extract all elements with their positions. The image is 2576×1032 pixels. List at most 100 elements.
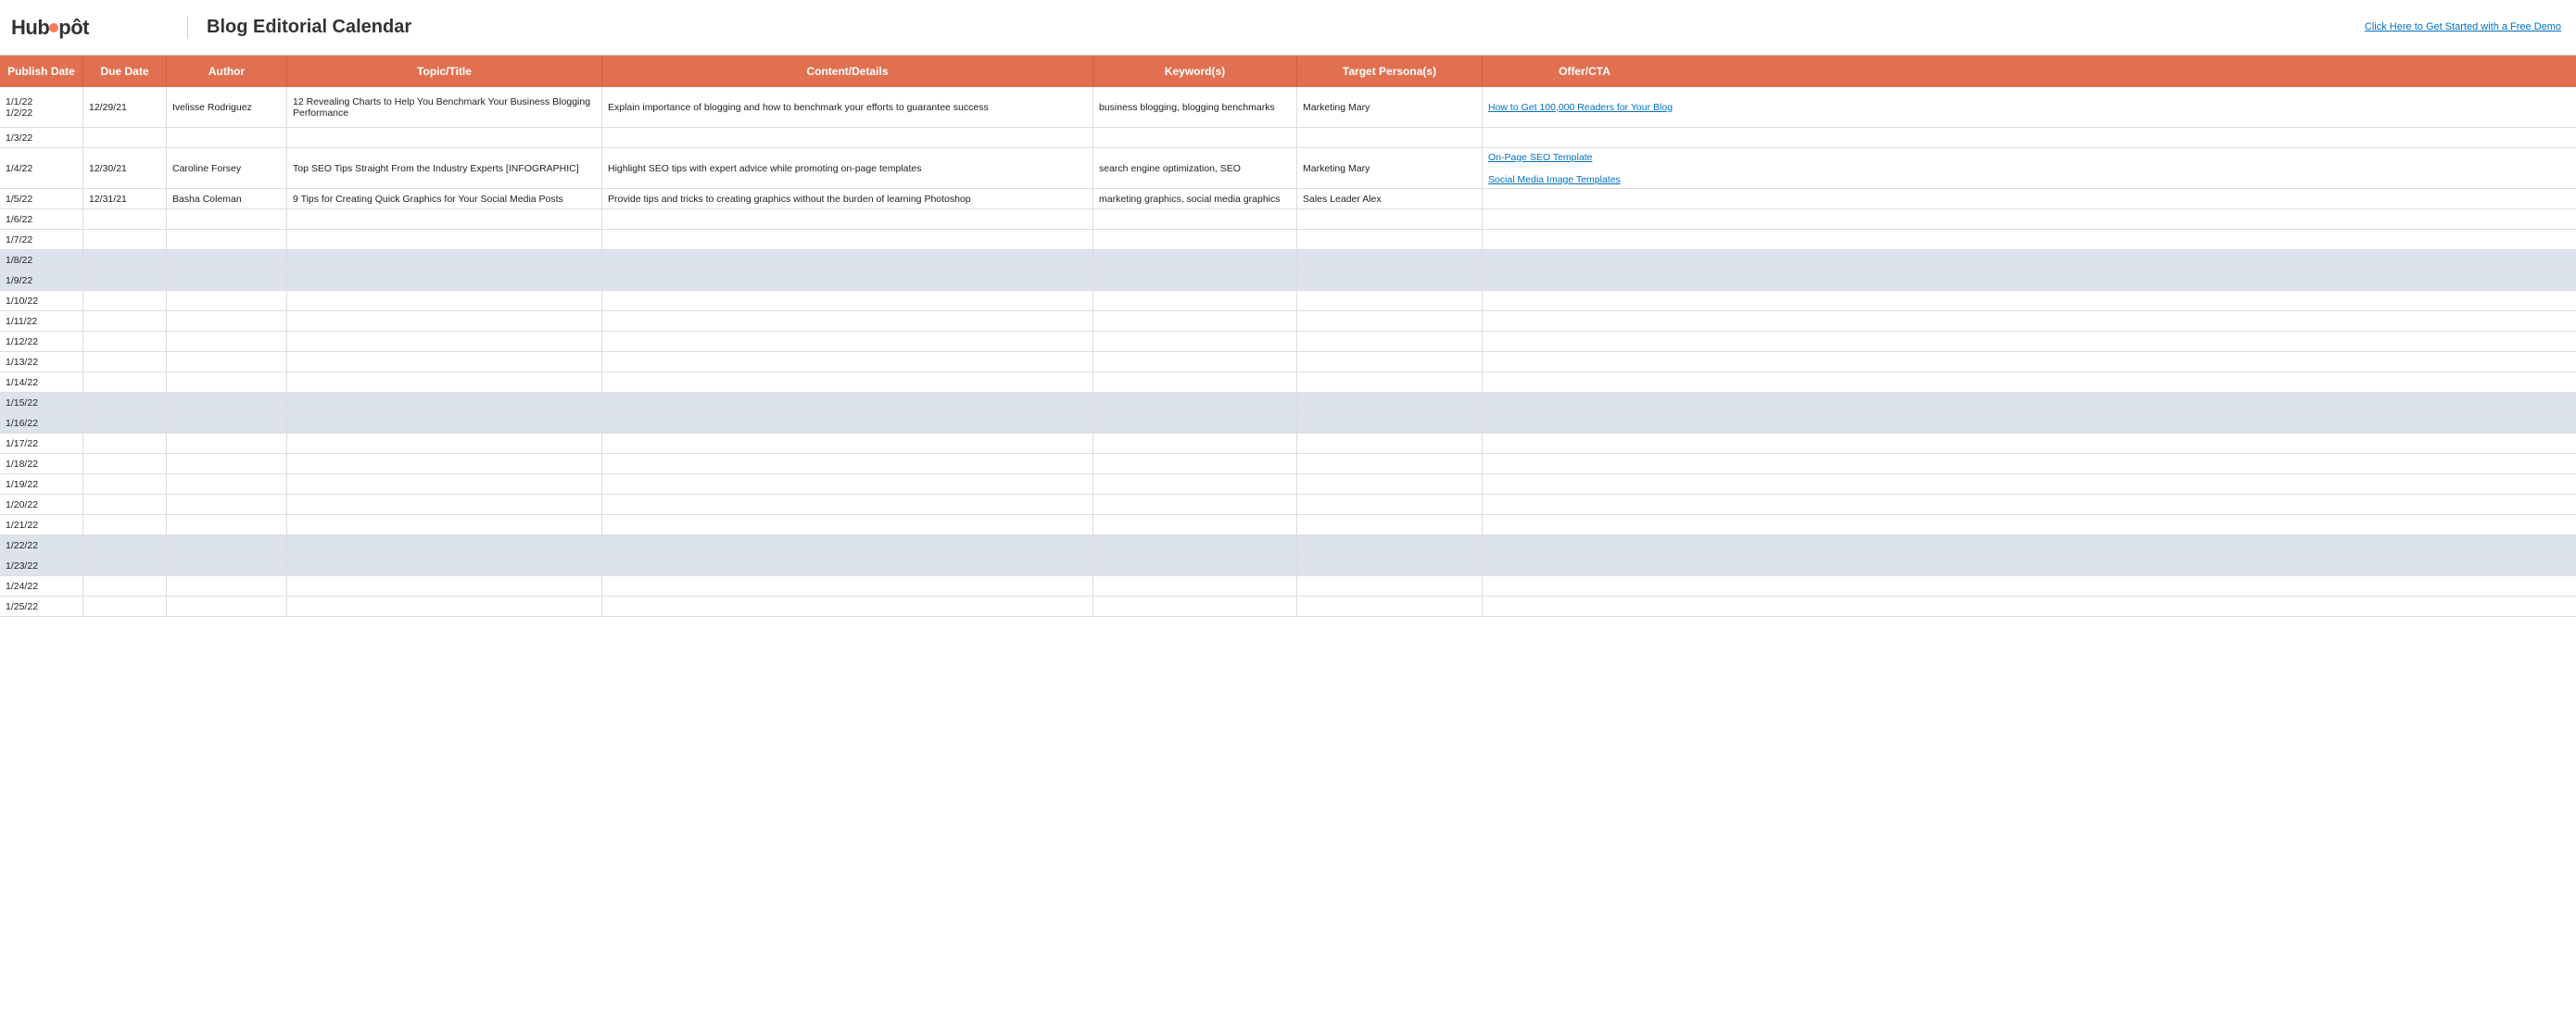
cell-author: Caroline Forsey bbox=[167, 148, 287, 188]
table-row: 1/1/22 1/2/22 12/29/21 Ivelisse Rodrigue… bbox=[0, 87, 2576, 128]
logo-dot-icon bbox=[49, 23, 58, 32]
col-publish-date: Publish Date bbox=[0, 56, 83, 87]
cell-keywords: marketing graphics, social media graphic… bbox=[1093, 189, 1297, 208]
cell-due: 12/31/21 bbox=[83, 189, 167, 208]
table-row: 1/6/22 bbox=[0, 209, 2576, 230]
cell-topic: Top SEO Tips Straight From the Industry … bbox=[287, 148, 602, 188]
cell-date: 1/15/22 bbox=[0, 393, 83, 412]
cell-details: Explain importance of blogging and how t… bbox=[602, 87, 1093, 127]
table-row: 1/17/22 bbox=[0, 434, 2576, 454]
table-row: 1/4/22 12/30/21 Caroline Forsey Top SEO … bbox=[0, 148, 2576, 189]
table-row: 1/12/22 bbox=[0, 332, 2576, 352]
header-promo bbox=[428, 22, 2361, 33]
table-row: 1/20/22 bbox=[0, 495, 2576, 515]
cell-date: 1/8/22 bbox=[0, 250, 83, 270]
offer-link[interactable]: How to Get 100,000 Readers for Your Blog bbox=[1488, 102, 1673, 113]
column-headers: Publish Date Due Date Author Topic/Title… bbox=[0, 56, 2576, 87]
col-due-date: Due Date bbox=[83, 56, 167, 87]
cell-date: 1/9/22 bbox=[0, 271, 83, 290]
cell-persona bbox=[1297, 128, 1483, 147]
table-row: 1/7/22 bbox=[0, 230, 2576, 250]
table-row: 1/24/22 bbox=[0, 576, 2576, 597]
table-row: 1/16/22 bbox=[0, 413, 2576, 434]
cell-author: Basha Coleman bbox=[167, 189, 287, 208]
cell-keywords: business blogging, blogging benchmarks bbox=[1093, 87, 1297, 127]
cell-date: 1/16/22 bbox=[0, 413, 83, 433]
logo-text: Hubpôt bbox=[11, 16, 89, 40]
cell-date: 1/3/22 bbox=[0, 128, 83, 147]
cell-offer bbox=[1483, 209, 1686, 229]
col-keywords: Keyword(s) bbox=[1093, 56, 1297, 87]
cell-details: Highlight SEO tips with expert advice wh… bbox=[602, 148, 1093, 188]
cell-date: 1/24/22 bbox=[0, 576, 83, 596]
cell-details bbox=[602, 128, 1093, 147]
cell-date: 1/12/22 bbox=[0, 332, 83, 351]
cell-persona: Marketing Mary bbox=[1297, 148, 1483, 188]
cell-keywords bbox=[1093, 209, 1297, 229]
cell-topic bbox=[287, 128, 602, 147]
cell-author: Ivelisse Rodriguez bbox=[167, 87, 287, 127]
table-row: 1/25/22 bbox=[0, 597, 2576, 617]
cell-due bbox=[83, 209, 167, 229]
header-cta[interactable]: Click Here to Get Started with a Free De… bbox=[2361, 20, 2565, 34]
cell-author bbox=[167, 209, 287, 229]
cell-date: 1/13/22 bbox=[0, 352, 83, 371]
cell-persona bbox=[1297, 209, 1483, 229]
table-row: 1/11/22 bbox=[0, 311, 2576, 332]
table-row: 1/13/22 bbox=[0, 352, 2576, 372]
table-row: 1/3/22 bbox=[0, 128, 2576, 148]
cell-topic bbox=[287, 209, 602, 229]
cell-date: 1/14/22 bbox=[0, 372, 83, 392]
cell-date: 1/10/22 bbox=[0, 291, 83, 310]
cell-date: 1/25/22 bbox=[0, 597, 83, 616]
cell-date: 1/11/22 bbox=[0, 311, 83, 331]
offer-link[interactable]: On-Page SEO Template bbox=[1488, 152, 1592, 163]
table-row: 1/15/22 bbox=[0, 393, 2576, 413]
table-row: 1/23/22 bbox=[0, 556, 2576, 576]
cta-link[interactable]: Click Here to Get Started with a Free De… bbox=[2365, 21, 2561, 32]
col-topic: Topic/Title bbox=[287, 56, 602, 87]
cell-date: 1/22/22 bbox=[0, 535, 83, 555]
cell-offer[interactable]: How to Get 100,000 Readers for Your Blog bbox=[1483, 87, 1686, 127]
cell-persona: Marketing Mary bbox=[1297, 87, 1483, 127]
table-row: 1/18/22 bbox=[0, 454, 2576, 474]
cell-topic: 9 Tips for Creating Quick Graphics for Y… bbox=[287, 189, 602, 208]
cell-offer bbox=[1483, 128, 1686, 147]
cell-date: 1/4/22 bbox=[0, 148, 83, 188]
col-persona: Target Persona(s) bbox=[1297, 56, 1483, 87]
cell-due: 12/29/21 bbox=[83, 87, 167, 127]
cell-due bbox=[83, 128, 167, 147]
cell-date: 1/19/22 bbox=[0, 474, 83, 494]
cell-date: 1/17/22 bbox=[0, 434, 83, 453]
cell-keywords: search engine optimization, SEO bbox=[1093, 148, 1297, 188]
table-row: 1/14/22 bbox=[0, 372, 2576, 393]
cell-offer[interactable]: On-Page SEO Template Social Media Image T… bbox=[1483, 148, 1686, 188]
app-header: Hubpôt Blog Editorial Calendar Click Her… bbox=[0, 0, 2576, 56]
cell-date: 1/1/22 1/2/22 bbox=[0, 87, 83, 127]
cell-date: 1/5/22 bbox=[0, 189, 83, 208]
cell-details bbox=[602, 209, 1093, 229]
cell-date: 1/23/22 bbox=[0, 556, 83, 575]
col-offer: Offer/CTA bbox=[1483, 56, 1686, 87]
cell-persona: Sales Leader Alex bbox=[1297, 189, 1483, 208]
table-row: 1/22/22 bbox=[0, 535, 2576, 556]
cell-date: 1/20/22 bbox=[0, 495, 83, 514]
cell-due: 12/30/21 bbox=[83, 148, 167, 188]
table-row: 1/10/22 bbox=[0, 291, 2576, 311]
cell-topic: 12 Revealing Charts to Help You Benchmar… bbox=[287, 87, 602, 127]
cell-date: 1/21/22 bbox=[0, 515, 83, 535]
cell-date: 1/6/22 bbox=[0, 209, 83, 229]
table-row: 1/21/22 bbox=[0, 515, 2576, 535]
cell-details: Provide tips and tricks to creating grap… bbox=[602, 189, 1093, 208]
table-row: 1/8/22 bbox=[0, 250, 2576, 271]
col-content: Content/Details bbox=[602, 56, 1093, 87]
table-row: 1/5/22 12/31/21 Basha Coleman 9 Tips for… bbox=[0, 189, 2576, 209]
cell-date: 1/7/22 bbox=[0, 230, 83, 249]
table-row: 1/9/22 bbox=[0, 271, 2576, 291]
cell-offer bbox=[1483, 189, 1686, 208]
page-title: Blog Editorial Calendar bbox=[187, 17, 428, 38]
cell-author bbox=[167, 128, 287, 147]
offer-link2[interactable]: Social Media Image Templates bbox=[1488, 174, 1621, 185]
cell-date: 1/18/22 bbox=[0, 454, 83, 473]
cell-keywords bbox=[1093, 128, 1297, 147]
